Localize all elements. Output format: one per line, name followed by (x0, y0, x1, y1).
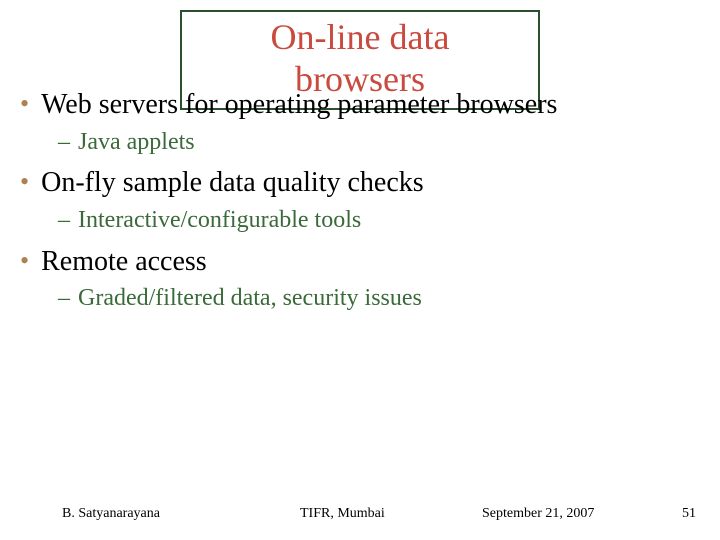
sub-text: Interactive/configurable tools (78, 206, 361, 235)
bullet-item: • Remote access (20, 245, 700, 279)
bullet-text: Remote access (41, 245, 207, 279)
bullet-text: Web servers for operating parameter brow… (41, 88, 557, 122)
sub-item: – Graded/filtered data, security issues (58, 284, 700, 313)
bullet-text: On-fly sample data quality checks (41, 166, 424, 200)
footer-org: TIFR, Mumbai (300, 506, 385, 522)
footer-page-number: 51 (682, 506, 696, 522)
content-area: • Web servers for operating parameter br… (20, 80, 700, 323)
footer-author: B. Satyanarayana (62, 506, 160, 522)
dash-icon: – (58, 284, 70, 313)
footer-date: September 21, 2007 (482, 506, 594, 522)
bullet-item: • On-fly sample data quality checks (20, 166, 700, 200)
bullet-icon: • (20, 88, 29, 119)
sub-text: Java applets (78, 128, 195, 157)
bullet-icon: • (20, 245, 29, 276)
dash-icon: – (58, 128, 70, 157)
sub-item: – Java applets (58, 128, 700, 157)
sub-text: Graded/filtered data, security issues (78, 284, 422, 313)
bullet-item: • Web servers for operating parameter br… (20, 88, 700, 122)
dash-icon: – (58, 206, 70, 235)
bullet-icon: • (20, 166, 29, 197)
sub-item: – Interactive/configurable tools (58, 206, 700, 235)
